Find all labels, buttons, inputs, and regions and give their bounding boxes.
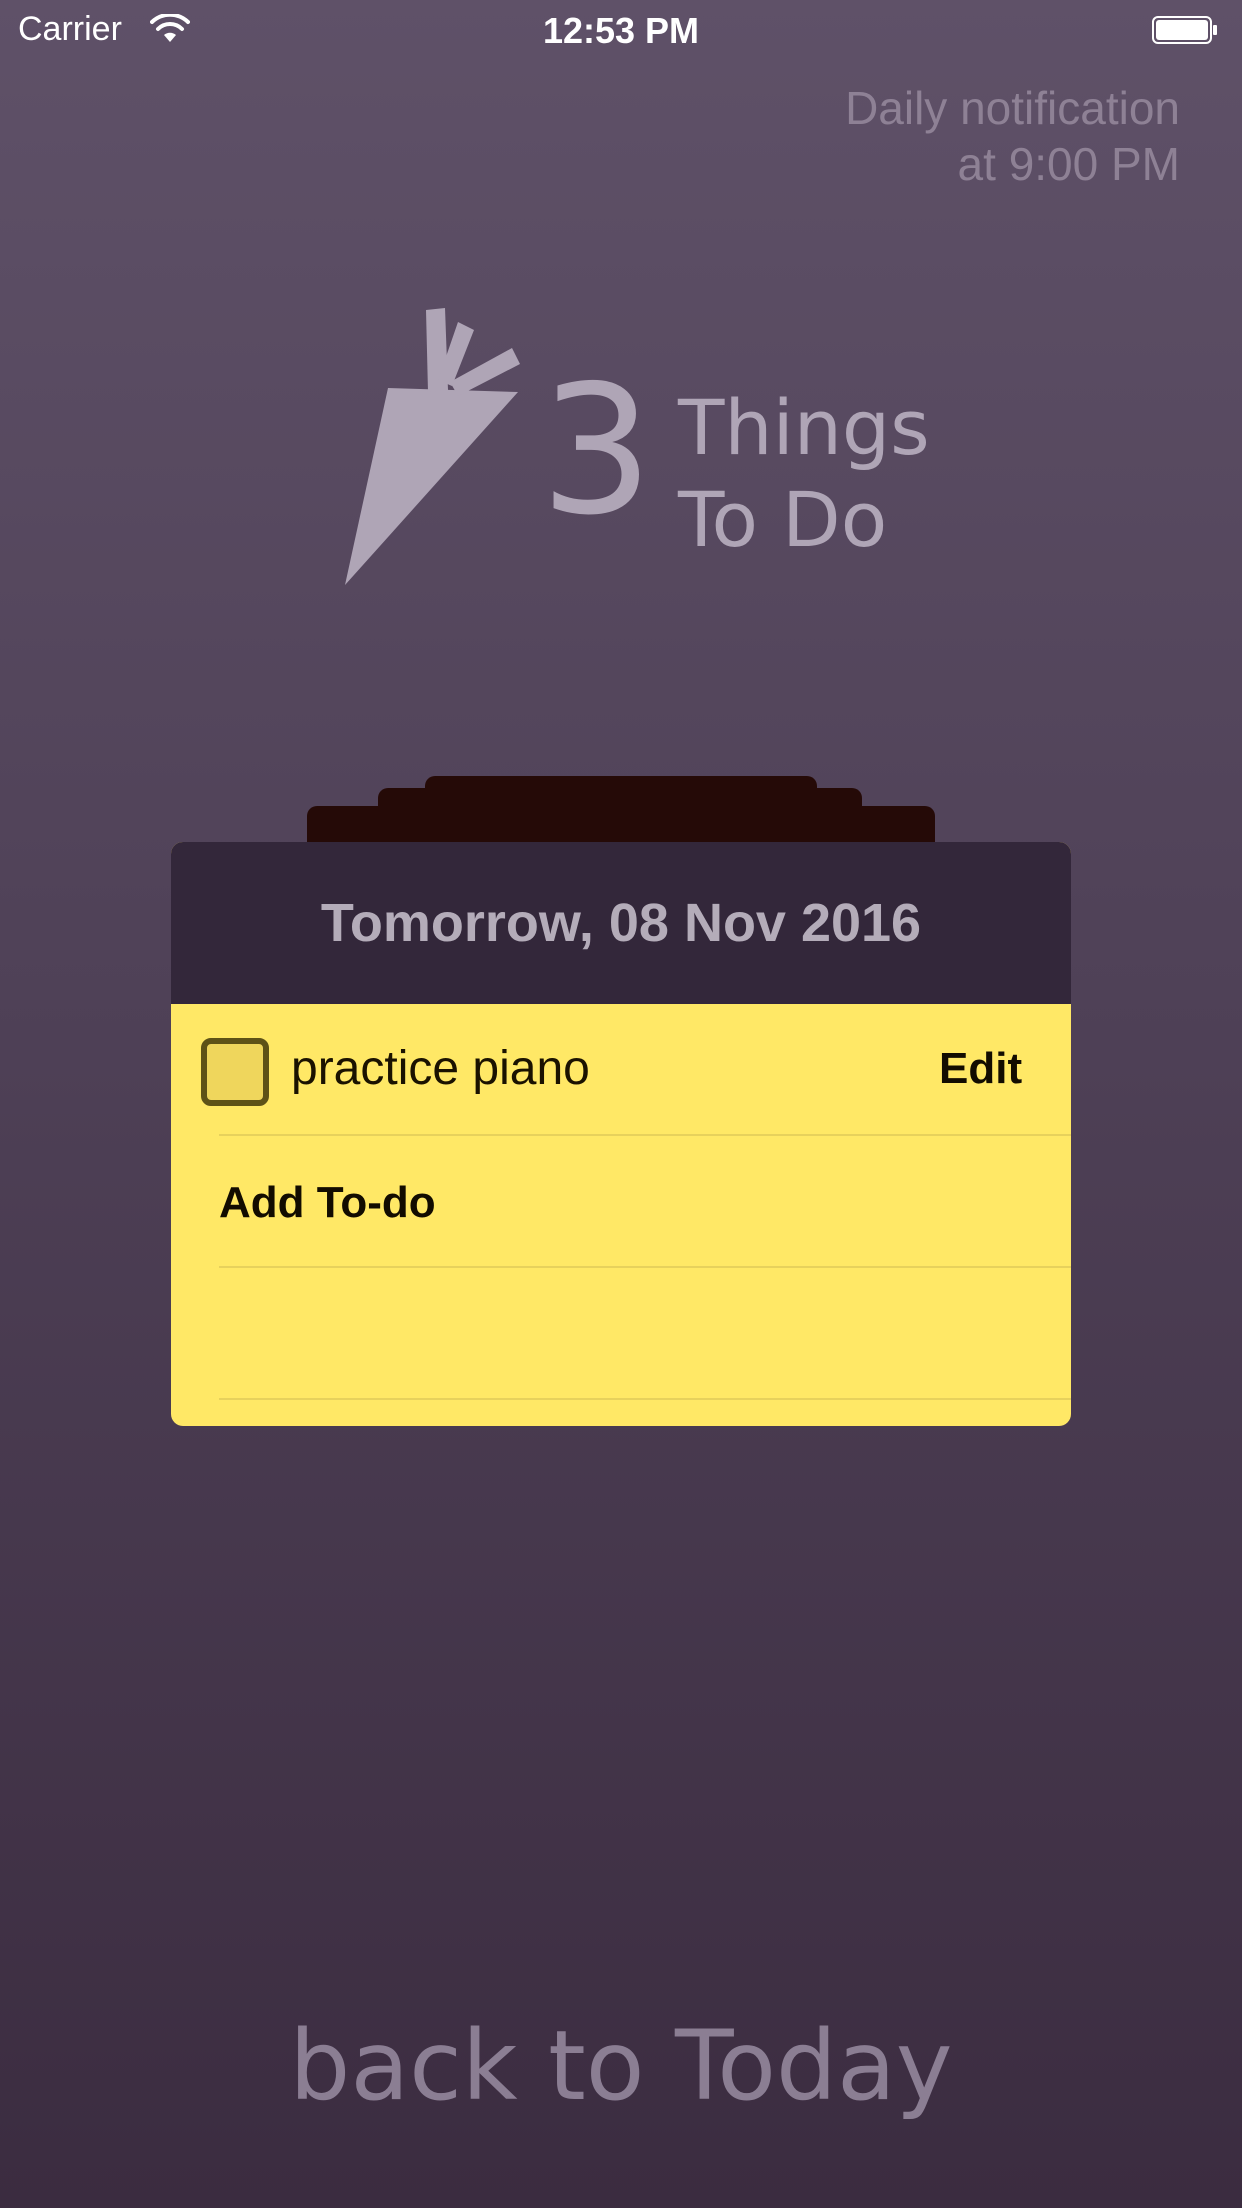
row-divider (219, 1398, 1071, 1400)
empty-row[interactable] (171, 1268, 1071, 1400)
todo-text: practice piano (291, 1042, 590, 1095)
notification-line-1: Daily notification (845, 82, 1180, 134)
logo-line-2: To Do (678, 475, 888, 564)
battery-icon (1152, 16, 1217, 44)
day-card: Tomorrow, 08 Nov 2016 practice piano Edi… (171, 842, 1071, 1426)
daily-notification-setting[interactable]: Daily notification at 9:00 PM (845, 80, 1180, 192)
stacked-day-tab[interactable] (307, 806, 935, 846)
add-todo-button[interactable]: Add To-do (219, 1172, 436, 1234)
logo-number: 3 (540, 347, 654, 554)
edit-button[interactable]: Edit (939, 1038, 1022, 1100)
notification-line-2: at 9:00 PM (957, 138, 1180, 190)
logo-line-1: Things (678, 383, 930, 472)
card-date: Tomorrow, 08 Nov 2016 (320, 893, 922, 953)
card-header: Tomorrow, 08 Nov 2016 (171, 842, 1071, 1004)
status-time: 12:53 PM (542, 10, 700, 51)
status-bar: Carrier 12:53 PM (0, 0, 1242, 60)
logo-words: Things To Do (678, 382, 930, 566)
carrot-icon (345, 308, 520, 585)
back-to-today-button[interactable]: back to Today (0, 2010, 1242, 2122)
todo-checkbox[interactable] (201, 1038, 269, 1106)
